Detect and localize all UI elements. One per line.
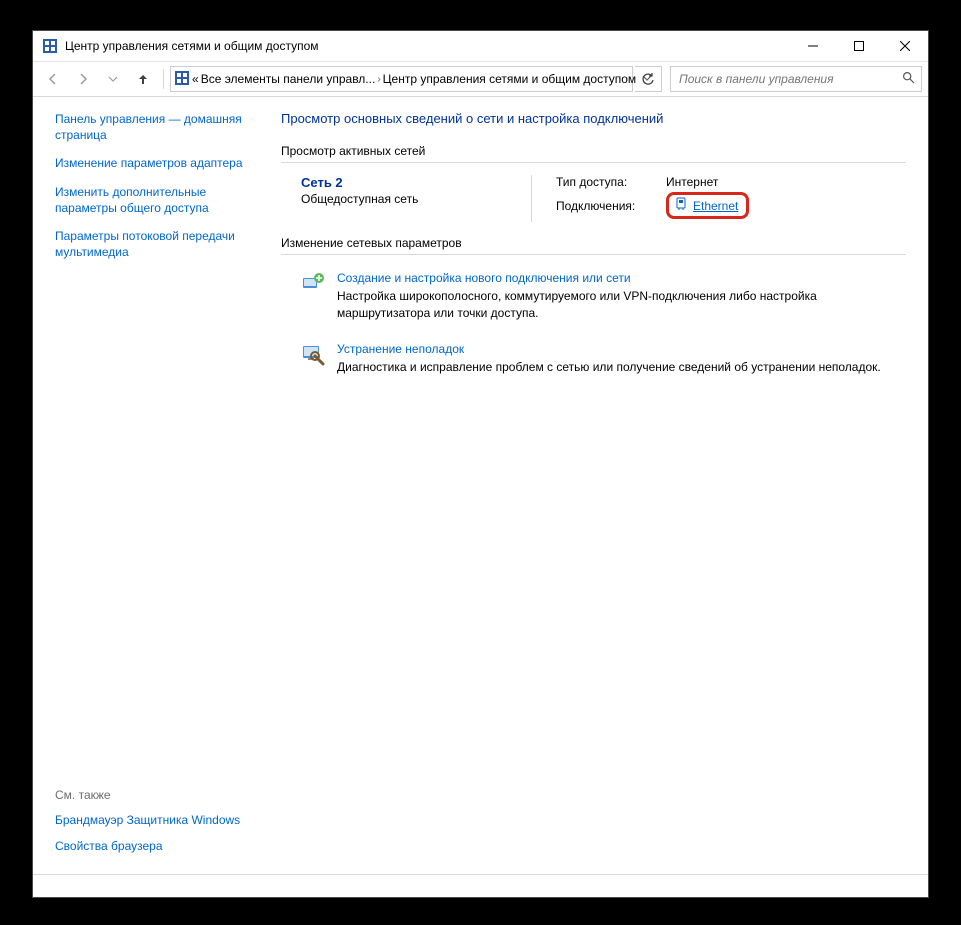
- network-name: Сеть 2: [301, 175, 501, 190]
- forward-button[interactable]: [69, 66, 97, 92]
- sidebar-link-sharing-settings[interactable]: Изменить дополнительные параметры общего…: [55, 184, 263, 216]
- minimize-button[interactable]: [790, 31, 836, 61]
- task-troubleshoot-desc: Диагностика и исправление проблем с сеть…: [337, 359, 906, 376]
- sidebar-spacer: [55, 272, 263, 787]
- page-title: Просмотр основных сведений о сети и наст…: [281, 111, 906, 126]
- refresh-button[interactable]: [635, 66, 662, 92]
- troubleshoot-icon: [301, 342, 325, 366]
- task-new-connection-link[interactable]: Создание и настройка нового подключения …: [337, 271, 631, 285]
- task-troubleshoot: Устранение неполадок Диагностика и испра…: [281, 336, 906, 390]
- breadcrumb-prefix: «: [192, 72, 199, 86]
- sidebar-see-also: См. также Брандмауэр Защитника Windows С…: [55, 788, 263, 864]
- access-type-value: Интернет: [666, 175, 718, 189]
- see-also-firewall[interactable]: Брандмауэр Защитника Windows: [55, 812, 263, 828]
- window-title: Центр управления сетями и общим доступом: [65, 39, 790, 53]
- breadcrumb-item-1[interactable]: Все элементы панели управл...: [201, 72, 376, 86]
- sidebar-link-adapter-settings[interactable]: Изменение параметров адаптера: [55, 155, 263, 171]
- new-connection-icon: [301, 271, 325, 295]
- network-details: Тип доступа: Интернет Подключения: Ether…: [531, 175, 906, 222]
- search-input[interactable]: [677, 71, 902, 87]
- access-type-label: Тип доступа:: [556, 175, 666, 189]
- task-troubleshoot-link[interactable]: Устранение неполадок: [337, 342, 464, 356]
- sidebar: Панель управления — домашняя страница Из…: [33, 97, 271, 874]
- search-icon: [902, 71, 915, 87]
- app-icon: [42, 38, 58, 54]
- statusbar: [33, 874, 928, 897]
- breadcrumb-item-2[interactable]: Центр управления сетями и общим доступом: [383, 72, 637, 86]
- body: Панель управления — домашняя страница Из…: [33, 97, 928, 874]
- group-active-networks-title: Просмотр активных сетей: [281, 144, 906, 158]
- up-button[interactable]: [129, 66, 157, 92]
- nav-separator: [163, 69, 164, 89]
- group-change-settings-title: Изменение сетевых параметров: [281, 236, 906, 250]
- connection-ethernet-link[interactable]: Ethernet: [666, 192, 749, 219]
- window: Центр управления сетями и общим доступом…: [32, 30, 929, 898]
- sidebar-home-link[interactable]: Панель управления — домашняя страница: [55, 111, 263, 143]
- divider: [281, 254, 906, 255]
- close-button[interactable]: [882, 31, 928, 61]
- search-box[interactable]: [670, 66, 922, 92]
- see-also-title: См. также: [55, 788, 263, 802]
- content: Просмотр основных сведений о сети и наст…: [271, 97, 928, 874]
- toolbar: « Все элементы панели управл... › Центр …: [33, 62, 928, 97]
- chevron-right-icon[interactable]: ›: [377, 74, 380, 85]
- maximize-button[interactable]: [836, 31, 882, 61]
- connection-name: Ethernet: [693, 199, 738, 213]
- address-bar[interactable]: « Все элементы панели управл... › Центр …: [170, 66, 633, 92]
- see-also-internet-options[interactable]: Свойства браузера: [55, 838, 263, 854]
- task-new-connection: Создание и настройка нового подключения …: [281, 265, 906, 336]
- control-panel-icon: [174, 70, 190, 89]
- recent-dropdown[interactable]: [99, 66, 127, 92]
- connections-label: Подключения:: [556, 199, 666, 213]
- titlebar: Центр управления сетями и общим доступом: [33, 31, 928, 62]
- network-type: Общедоступная сеть: [301, 192, 501, 206]
- back-button[interactable]: [39, 66, 67, 92]
- task-new-connection-desc: Настройка широкополосного, коммутируемог…: [337, 288, 906, 322]
- divider: [281, 162, 906, 163]
- window-controls: [790, 31, 928, 61]
- active-network: Сеть 2 Общедоступная сеть Тип доступа: И…: [281, 173, 906, 236]
- network-identity: Сеть 2 Общедоступная сеть: [301, 175, 501, 222]
- sidebar-link-media-streaming[interactable]: Параметры потоковой передачи мультимедиа: [55, 228, 263, 260]
- ethernet-icon: [674, 197, 688, 214]
